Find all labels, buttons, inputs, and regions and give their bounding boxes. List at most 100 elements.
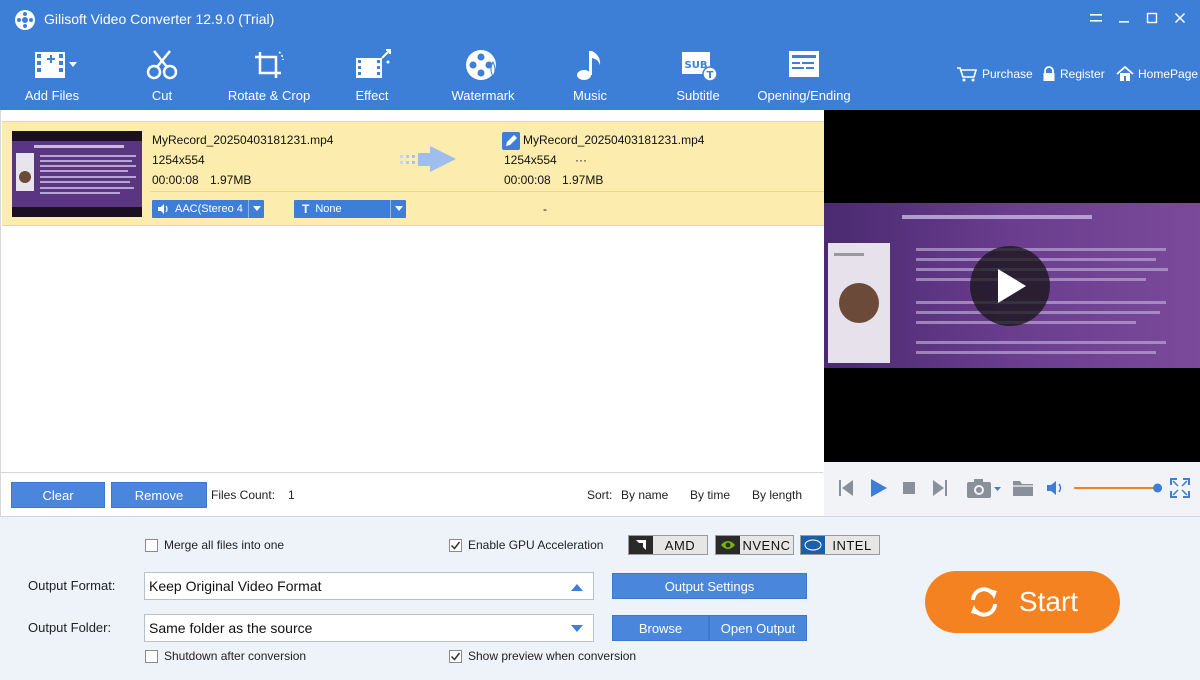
subtitle-button[interactable]: SUB T Subtitle xyxy=(668,38,728,110)
watermark-icon xyxy=(466,50,496,80)
output-file-name: MyRecord_20250403181231.mp4 xyxy=(523,133,705,147)
shutdown-checkbox[interactable]: Shutdown after conversion xyxy=(145,649,306,663)
checkbox-box xyxy=(449,538,462,552)
window-title: Gilisoft Video Converter 12.9.0 (Trial) xyxy=(44,11,275,27)
player-controls xyxy=(824,462,1200,516)
add-files-button[interactable]: Add Files xyxy=(14,38,90,110)
file-list-footer: Clear Remove Files Count: 1 Sort: By nam… xyxy=(0,472,823,516)
browse-button[interactable]: Browse xyxy=(612,615,709,641)
speaker-icon xyxy=(158,204,168,214)
stop-icon[interactable] xyxy=(902,481,916,495)
output-format-select[interactable]: Keep Original Video Format xyxy=(144,572,594,600)
home-icon xyxy=(1116,66,1134,81)
maximize-icon[interactable] xyxy=(1141,7,1163,29)
clear-button[interactable]: Clear xyxy=(11,482,105,508)
checkbox-box xyxy=(449,649,462,663)
video-preview[interactable] xyxy=(824,110,1200,462)
edit-name-icon[interactable] xyxy=(502,132,520,150)
add-files-label: Add Files xyxy=(24,88,80,103)
show-preview-label: Show preview when conversion xyxy=(468,649,637,663)
output-resolution: 1254x554 xyxy=(504,153,557,167)
source-duration: 00:00:08 xyxy=(152,173,199,187)
start-button[interactable]: Start xyxy=(925,571,1120,633)
cut-button[interactable]: Cut xyxy=(128,38,196,110)
add-files-icon xyxy=(35,52,77,78)
preview-frame xyxy=(824,203,1200,368)
music-button[interactable]: Music xyxy=(562,38,618,110)
volume-knob[interactable] xyxy=(1153,483,1163,493)
skip-forward-icon[interactable] xyxy=(932,478,948,498)
folder-icon[interactable] xyxy=(1012,478,1034,498)
effect-icon xyxy=(356,49,391,78)
homepage-link[interactable]: HomePage xyxy=(1116,66,1198,82)
output-settings-button[interactable]: Output Settings xyxy=(612,573,807,599)
menu-icon[interactable] xyxy=(1085,7,1107,29)
volume-icon[interactable] xyxy=(1046,480,1066,496)
title-bar: Gilisoft Video Converter 12.9.0 (Trial) xyxy=(0,0,1200,38)
sort-by-time[interactable]: By time xyxy=(690,488,730,502)
nvenc-badge: NVENC xyxy=(715,535,794,555)
output-options-panel: Merge all files into one Enable GPU Acce… xyxy=(0,516,1200,680)
crop-icon xyxy=(255,51,284,78)
cut-label: Cut xyxy=(151,88,173,103)
chevron-up-icon xyxy=(571,584,583,591)
rotate-crop-label: Rotate & Crop xyxy=(227,88,311,103)
close-icon[interactable] xyxy=(1169,7,1191,29)
remove-button[interactable]: Remove xyxy=(111,482,207,508)
chevron-down-icon xyxy=(390,200,406,218)
sort-by-name[interactable]: By name xyxy=(621,488,668,502)
intel-label: INTEL xyxy=(832,537,872,553)
lock-icon xyxy=(1043,66,1055,81)
opening-ending-button[interactable]: Opening/Ending xyxy=(752,38,856,110)
output-folder-label: Output Folder: xyxy=(28,620,112,635)
amd-badge: AMD xyxy=(628,535,708,555)
file-list: MyRecord_20250403181231.mp4 1254x554 00:… xyxy=(0,110,824,472)
row-divider xyxy=(150,191,824,192)
watermark-label: Watermark xyxy=(451,88,515,103)
sort-by-length[interactable]: By length xyxy=(752,488,802,502)
watermark-button[interactable]: Watermark xyxy=(444,38,522,110)
play-icon[interactable] xyxy=(868,478,888,498)
audio-track-dropdown[interactable]: AAC(Stereo 4 xyxy=(152,200,264,218)
output-more[interactable]: ··· xyxy=(575,153,587,167)
show-preview-checkbox[interactable]: Show preview when conversion xyxy=(449,649,636,663)
play-icon xyxy=(998,269,1026,303)
intel-badge: INTEL xyxy=(800,535,880,555)
fullscreen-icon[interactable] xyxy=(1170,478,1190,498)
refresh-icon xyxy=(970,587,997,617)
preview-play-button[interactable] xyxy=(970,246,1050,326)
snapshot-icon[interactable] xyxy=(966,477,1002,499)
subtitle-icon: SUB T xyxy=(682,52,718,82)
nvidia-logo-icon xyxy=(716,536,740,554)
effect-button[interactable]: Effect xyxy=(340,38,404,110)
cart-icon xyxy=(957,67,978,82)
gpu-acceleration-checkbox[interactable]: Enable GPU Acceleration xyxy=(449,538,603,552)
gpu-acceleration-label: Enable GPU Acceleration xyxy=(468,538,604,552)
opening-ending-label: Opening/Ending xyxy=(757,88,851,103)
purchase-link[interactable]: Purchase xyxy=(956,66,1033,82)
app-logo-icon xyxy=(15,10,35,30)
checkbox-box xyxy=(145,538,158,552)
sort-label: Sort: xyxy=(587,488,613,502)
output-format-label: Output Format: xyxy=(28,578,116,593)
text-t-icon: T xyxy=(302,202,310,216)
subtitle-track-dropdown[interactable]: T None xyxy=(294,200,406,218)
effect-label: Effect xyxy=(355,88,389,103)
source-file-name: MyRecord_20250403181231.mp4 xyxy=(152,133,334,147)
skip-back-icon[interactable] xyxy=(838,478,854,498)
merge-files-checkbox[interactable]: Merge all files into one xyxy=(145,538,284,552)
file-row[interactable]: MyRecord_20250403181231.mp4 1254x554 00:… xyxy=(2,121,824,226)
subtitle-output: - xyxy=(543,202,547,216)
music-note-icon xyxy=(577,51,601,80)
source-resolution: 1254x554 xyxy=(152,153,205,167)
nvenc-label: NVENC xyxy=(742,537,791,553)
register-link[interactable]: Register xyxy=(1042,66,1105,82)
audio-track-value: AAC(Stereo 4 xyxy=(175,203,243,215)
open-output-button[interactable]: Open Output xyxy=(709,615,807,641)
output-folder-select[interactable]: Same folder as the source xyxy=(144,614,594,642)
rotate-crop-button[interactable]: Rotate & Crop xyxy=(222,38,316,110)
volume-slider[interactable] xyxy=(1074,481,1164,495)
checkbox-box xyxy=(145,649,158,663)
minimize-icon[interactable] xyxy=(1113,7,1135,29)
opening-ending-icon xyxy=(789,51,819,77)
